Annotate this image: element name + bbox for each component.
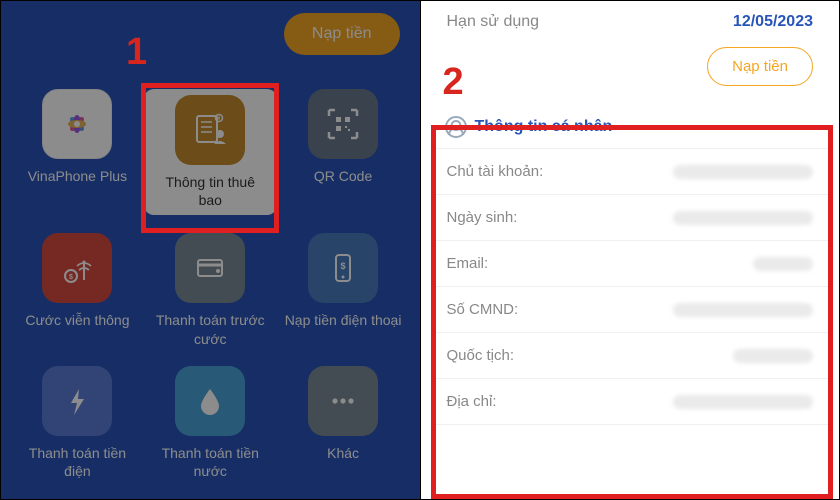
row-birthday: Ngày sinh: <box>431 195 830 241</box>
value-nationality <box>733 349 813 363</box>
grid-label: Thanh toán tiền điện <box>11 444 144 480</box>
step-marker-2: 2 <box>443 61 464 104</box>
prepay-icon <box>175 233 245 303</box>
grid-item-prepay[interactable]: Thanh toán trước cước <box>144 233 277 347</box>
person-icon <box>445 116 467 138</box>
step-marker-1: 1 <box>126 31 147 74</box>
label-email: Email: <box>447 255 489 272</box>
value-address <box>673 395 813 409</box>
grid-label: Khác <box>323 444 363 462</box>
label-birthday: Ngày sinh: <box>447 209 518 226</box>
expiry-label: Hạn sử dụng <box>447 13 540 31</box>
screen-home: Nạp tiền 1 VinaPhone Plus <box>1 1 421 499</box>
grid-item-subscriber-info[interactable]: Thông tin thuê bao <box>144 89 277 215</box>
svg-text:$: $ <box>69 274 73 281</box>
telecom-fee-icon: $ <box>42 233 112 303</box>
other-icon <box>308 366 378 436</box>
row-email: Email: <box>431 241 830 287</box>
qr-code-icon <box>308 89 378 159</box>
topup-button-outline[interactable]: Nạp tiền <box>707 47 813 86</box>
label-id: Số CMND: <box>447 301 519 318</box>
grid-item-phone-topup[interactable]: $ Nạp tiền điện thoại <box>277 233 410 347</box>
grid-label: VinaPhone Plus <box>24 167 131 185</box>
subscriber-info-icon <box>175 95 245 165</box>
grid-item-telecom-fee[interactable]: $ Cước viễn thông <box>11 233 144 347</box>
grid-label: Cước viễn thông <box>21 311 133 329</box>
label-nationality: Quốc tịch: <box>447 347 515 364</box>
personal-info-title: Thông tin cá nhân <box>475 118 613 136</box>
water-pay-icon <box>175 366 245 436</box>
grid-item-water-pay[interactable]: Thanh toán tiền nước <box>144 366 277 480</box>
label-address: Địa chỉ: <box>447 393 497 410</box>
expiry-row: Hạn sử dụng 12/05/2023 <box>439 1 822 39</box>
vinaphone-plus-icon <box>42 89 112 159</box>
row-id-number: Số CMND: <box>431 287 830 333</box>
screen-info: 2 Hạn sử dụng 12/05/2023 Nạp tiền Thông … <box>421 1 840 499</box>
grid-label: Nạp tiền điện thoại <box>281 311 406 329</box>
value-owner <box>673 165 813 179</box>
grid-item-qr-code[interactable]: QR Code <box>277 89 410 215</box>
row-owner: Chủ tài khoản: <box>431 149 830 195</box>
phone-topup-icon: $ <box>308 233 378 303</box>
topup-button[interactable]: Nạp tiền <box>284 13 400 55</box>
value-email <box>753 257 813 271</box>
grid-item-vinaphone-plus[interactable]: VinaPhone Plus <box>11 89 144 215</box>
personal-info-header: Thông tin cá nhân <box>431 102 830 149</box>
personal-info-panel: Thông tin cá nhân Chủ tài khoản: Ngày si… <box>431 102 830 425</box>
electric-pay-icon <box>42 366 112 436</box>
grid-label: QR Code <box>310 167 376 185</box>
row-nationality: Quốc tịch: <box>431 333 830 379</box>
grid-item-electric-pay[interactable]: Thanh toán tiền điện <box>11 366 144 480</box>
row-address: Địa chỉ: <box>431 379 830 425</box>
grid-label: Thanh toán trước cước <box>144 311 277 347</box>
svg-text:$: $ <box>341 261 346 271</box>
account-summary: Hạn sử dụng 12/05/2023 Nạp tiền <box>421 1 840 102</box>
expiry-date: 12/05/2023 <box>733 13 813 31</box>
grid-item-other[interactable]: Khác <box>277 366 410 480</box>
value-birthday <box>673 211 813 225</box>
tutorial-container: Nạp tiền 1 VinaPhone Plus <box>0 0 840 500</box>
service-grid: VinaPhone Plus Thông tin thuê bao <box>1 89 420 480</box>
value-id <box>673 303 813 317</box>
label-owner: Chủ tài khoản: <box>447 163 544 180</box>
grid-label: Thông tin thuê bao <box>150 173 271 209</box>
grid-label: Thanh toán tiền nước <box>144 444 277 480</box>
